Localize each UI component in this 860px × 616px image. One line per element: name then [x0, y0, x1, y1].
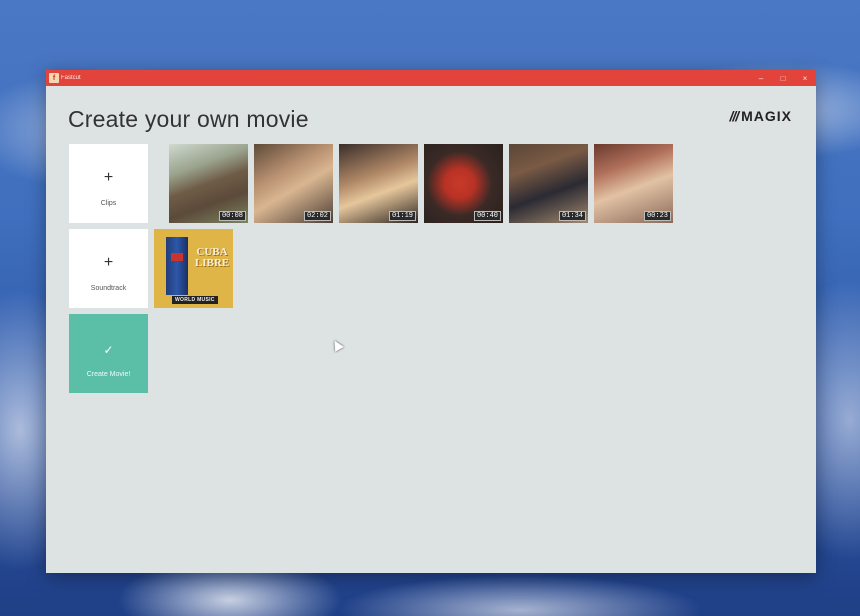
plus-icon: + [103, 254, 114, 271]
clip-duration: 00:08 [218, 211, 246, 221]
plus-icon: + [103, 169, 114, 186]
window-title: Fastcut [61, 75, 81, 81]
clip-thumbnail[interactable]: 01:34 [509, 144, 588, 223]
clip-duration: 01:34 [558, 211, 586, 221]
fastcut-app-icon: f [49, 73, 59, 83]
logo-text: MAGIX [741, 108, 792, 124]
checkmark-icon: ✓ [103, 343, 114, 357]
clip-duration: 02:02 [303, 211, 331, 221]
maximize-button[interactable]: □ [772, 70, 794, 86]
page-title: Create your own movie [68, 106, 309, 132]
mouse-cursor-icon [330, 338, 344, 352]
add-soundtrack-button[interactable]: + Soundtrack [69, 229, 148, 308]
album-title-line2: LIBRE [194, 257, 230, 269]
close-button[interactable]: × [794, 70, 816, 86]
album-title: CUBA LIBRE [194, 247, 230, 269]
app-window: f Fastcut – □ × Create your own movie //… [46, 70, 816, 573]
clip-thumbnail[interactable]: 01:19 [339, 144, 418, 223]
logo-slashes: /// [729, 108, 739, 124]
create-movie-label: Create Movie! [86, 371, 131, 378]
clip-thumbnail[interactable]: 00:23 [594, 144, 673, 223]
clip-thumbnail[interactable]: 00:40 [424, 144, 503, 223]
create-movie-button[interactable]: ✓ Create Movie! [69, 314, 148, 393]
soundtrack-label: Soundtrack [90, 285, 127, 292]
clip-duration: 00:23 [643, 211, 671, 221]
magix-logo: ///MAGIX [729, 108, 792, 124]
album-label: WORLD MUSIC [172, 296, 218, 304]
album-art-door [166, 237, 188, 295]
add-clips-button[interactable]: + Clips [69, 144, 148, 223]
soundtrack-album-cover[interactable]: CUBA LIBRE WORLD MUSIC [154, 229, 233, 308]
clips-label: Clips [100, 200, 117, 207]
clip-thumbnail[interactable]: 00:08 [169, 144, 248, 223]
minimize-button[interactable]: – [750, 70, 772, 86]
title-bar[interactable]: f Fastcut – □ × [46, 70, 816, 86]
clip-duration: 00:40 [473, 211, 501, 221]
clip-duration: 01:19 [388, 211, 416, 221]
clip-thumbnail[interactable]: 02:02 [254, 144, 333, 223]
